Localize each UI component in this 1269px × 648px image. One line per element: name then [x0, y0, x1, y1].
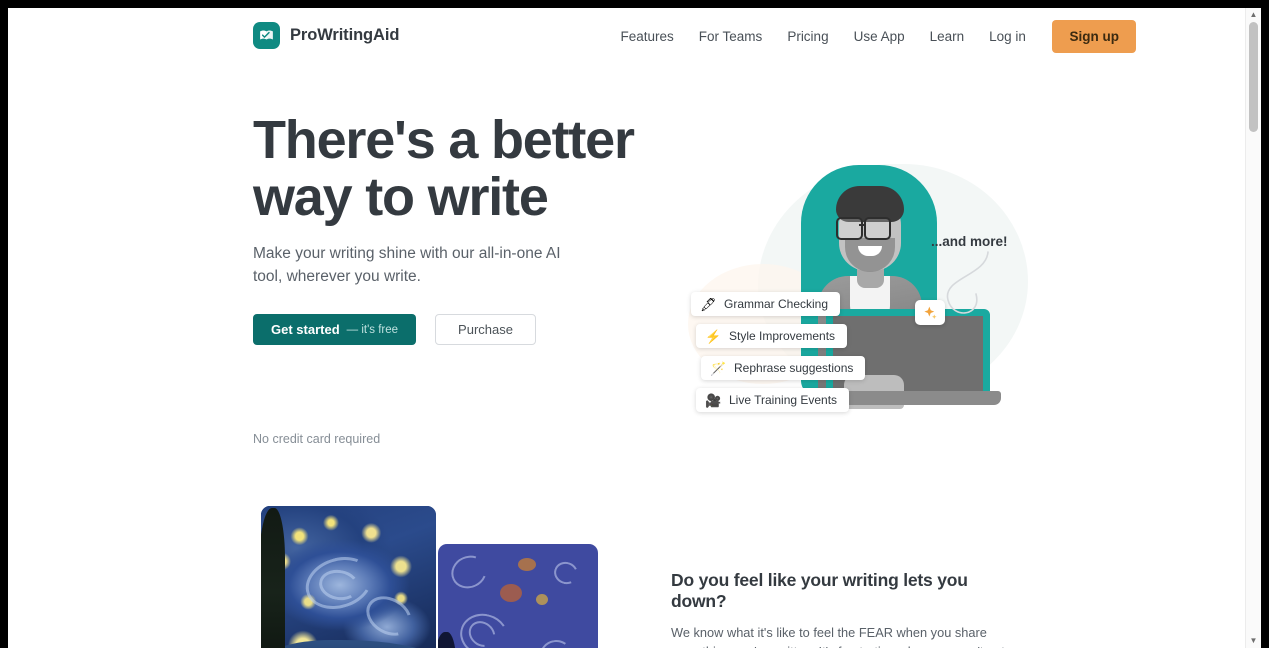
hero-title: There's a better way to write — [253, 110, 635, 227]
and-more-label: ...and more! — [931, 234, 1008, 249]
film-camera-icon: 🎥 — [705, 392, 722, 408]
doodle-spiral — [538, 637, 574, 648]
get-started-button[interactable]: Get started — it's free — [253, 314, 417, 345]
doodle-star — [500, 584, 522, 602]
doodle-spiral — [550, 558, 582, 588]
feature-pill-label: Live Training Events — [729, 393, 838, 407]
lower-copy-block: Do you feel like your writing lets you d… — [671, 570, 1016, 648]
glasses-icon — [836, 217, 863, 240]
purchase-button[interactable]: Purchase — [435, 314, 536, 345]
browser-viewport: ProWritingAid Features For Teams Pricing… — [8, 8, 1261, 648]
signup-button[interactable]: Sign up — [1052, 19, 1136, 53]
hero-section: There's a better way to write Make your … — [8, 64, 1246, 484]
feature-pill-label: Grammar Checking — [724, 297, 829, 311]
feature-pill-live-training-events[interactable]: 🎥 Live Training Events — [696, 388, 850, 412]
doodle-star — [536, 594, 548, 605]
doodle-star — [518, 558, 536, 571]
scroll-down-arrow-icon[interactable]: ▼ — [1246, 634, 1261, 648]
hero-illustration: ...and more! 🖋 Grammar Checking ⚡ Style … — [668, 114, 1068, 444]
book-check-icon — [253, 22, 280, 49]
nav-link-learn[interactable]: Learn — [917, 29, 977, 44]
magic-wand-icon: 🪄 — [710, 360, 727, 376]
get-started-label: Get started — [271, 322, 340, 337]
doodle-spiral — [445, 549, 493, 595]
artwork-group: My idea in my head — [253, 506, 603, 648]
nav-link-pricing[interactable]: Pricing — [775, 29, 841, 44]
main-nav: Features For Teams Pricing Use App Learn… — [608, 8, 1136, 64]
lower-section: My idea in my head Do you feel like your… — [8, 484, 1246, 648]
cypress-tree — [261, 508, 285, 648]
no-credit-card-note: No credit card required — [253, 432, 381, 446]
feature-pill-label: Rephrase suggestions — [734, 361, 854, 375]
brand-logo-link[interactable]: ProWritingAid — [253, 22, 399, 49]
vertical-scrollbar[interactable]: ▲ ▼ — [1245, 8, 1261, 648]
feature-pill-grammar-checking[interactable]: 🖋 Grammar Checking — [691, 292, 841, 316]
doodle-cypress — [438, 632, 456, 648]
nav-link-log-in[interactable]: Log in — [977, 29, 1039, 44]
get-started-sublabel: — it's free — [346, 323, 399, 336]
starry-night-image: My idea in my head — [261, 506, 436, 648]
scrollbar-thumb[interactable] — [1249, 22, 1258, 132]
lower-body: We know what it's like to feel the FEAR … — [671, 625, 1005, 648]
hero-subtitle: Make your writing shine with our all-in-… — [253, 245, 561, 285]
rough-sketch-image — [438, 544, 598, 648]
page-content: ProWritingAid Features For Teams Pricing… — [8, 8, 1246, 648]
hero-actions: Get started — it's free Purchase — [253, 314, 536, 345]
lower-heading: Do you feel like your writing lets you d… — [671, 570, 968, 611]
glasses-bridge — [859, 224, 864, 227]
nav-link-use-app[interactable]: Use App — [841, 29, 917, 44]
brand-name: ProWritingAid — [290, 26, 400, 44]
feature-pill-label: Style Improvements — [729, 329, 836, 343]
feature-pill-style-improvements[interactable]: ⚡ Style Improvements — [696, 324, 848, 348]
lightning-bolt-icon: ⚡ — [705, 328, 722, 344]
quill-pen-icon: 🖋 — [700, 296, 717, 312]
scroll-up-arrow-icon[interactable]: ▲ — [1246, 8, 1261, 22]
nav-link-features[interactable]: Features — [608, 29, 686, 44]
feature-pill-rephrase-suggestions[interactable]: 🪄 Rephrase suggestions — [701, 356, 866, 380]
glasses-icon — [864, 217, 891, 240]
nav-link-for-teams[interactable]: For Teams — [686, 29, 775, 44]
feature-pill-list: 🖋 Grammar Checking ⚡ Style Improvements … — [691, 292, 951, 420]
site-header: ProWritingAid Features For Teams Pricing… — [8, 8, 1246, 64]
